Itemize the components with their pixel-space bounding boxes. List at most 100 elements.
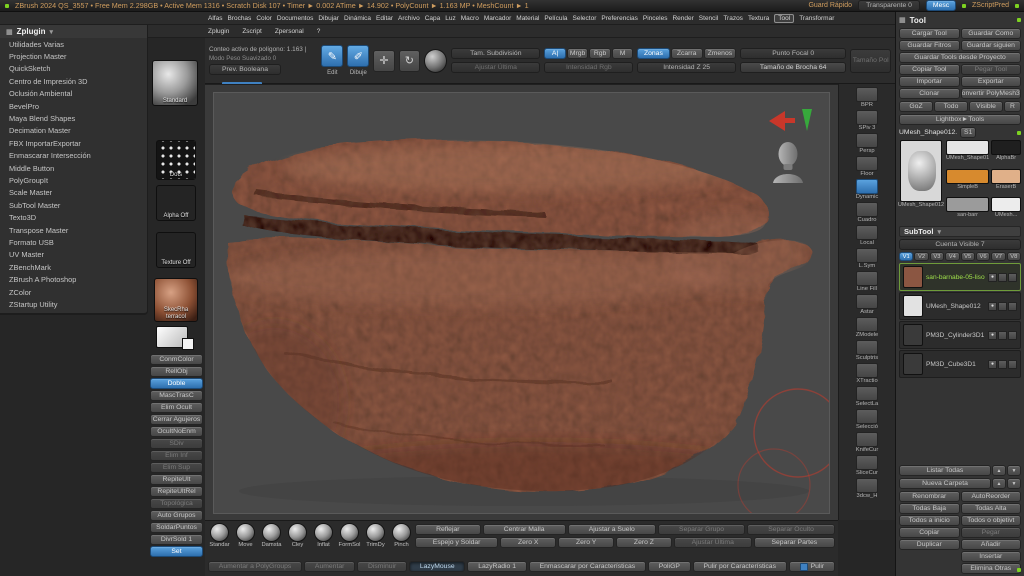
stroke-option-button[interactable]: Pulir por Características <box>693 561 787 572</box>
subtool-option-icon[interactable] <box>998 331 1007 340</box>
subtool-action-button[interactable]: Copiar <box>899 527 960 538</box>
shelf-toggle[interactable]: BPR <box>845 87 889 109</box>
menu-item[interactable]: Macro <box>461 15 479 22</box>
menu-item[interactable]: Dibujar <box>318 15 339 22</box>
tool-thumbnail[interactable]: EraserB <box>991 169 1021 196</box>
subtool-action-button[interactable]: Todos a inicio <box>899 515 960 526</box>
channel-button[interactable]: Mrgb <box>567 48 589 59</box>
zplugin-menu-item[interactable]: ZBenchMark <box>0 261 147 273</box>
visibility-tab[interactable]: V4 <box>945 252 959 261</box>
shelf-toggle[interactable]: Local <box>845 225 889 247</box>
subtool-action-button[interactable]: Todas Alta <box>961 503 1022 514</box>
zplugin-menu-item[interactable]: QuickSketch <box>0 63 147 75</box>
shelf-toggle[interactable]: Astar <box>845 294 889 316</box>
subtool-option-icon[interactable] <box>1008 360 1017 369</box>
deform-button[interactable]: Reflejar <box>415 524 481 535</box>
z-mode-button[interactable]: Zcarra <box>671 48 703 59</box>
menu-item[interactable]: Transformar <box>799 15 834 22</box>
shelf-toggle[interactable]: KnifeCur <box>845 432 889 454</box>
visibility-tab[interactable]: V3 <box>930 252 944 261</box>
current-brush-thumbnail[interactable]: Standard <box>152 60 198 106</box>
visibility-tab[interactable]: V6 <box>976 252 990 261</box>
boolean-preview-button[interactable]: Prev. Booleana <box>209 64 281 75</box>
goz-button[interactable]: GoZ <box>899 101 933 112</box>
zplugin-menu-item[interactable]: FBX ImportarExportar <box>0 137 147 149</box>
zplugin-menu-item[interactable]: ZBrush A Photoshop <box>0 273 147 285</box>
subtool-option-icon[interactable] <box>1008 273 1017 282</box>
move-up-button[interactable]: ▲ <box>992 465 1006 476</box>
shelf-button[interactable]: Cerrar Agujeros <box>150 414 203 425</box>
tool-thumbnail[interactable]: san-barr <box>946 197 989 224</box>
shelf-button[interactable]: SoldarPuntos <box>150 522 203 533</box>
masc-button[interactable]: Mesc <box>926 0 956 11</box>
goz-button[interactable]: Visible <box>969 101 1003 112</box>
shelf-button[interactable]: Set <box>150 546 203 557</box>
tool-action-button[interactable]: Exportar <box>961 76 1022 87</box>
shelf-button[interactable]: MascTrasC <box>150 390 203 401</box>
new-folder-button[interactable]: Nueva Carpeta <box>899 478 991 489</box>
list-all-button[interactable]: Listar Todas <box>899 465 991 476</box>
subtool-action-button[interactable]: Insertar <box>961 551 1022 562</box>
move-down-button[interactable]: ▼ <box>1007 478 1021 489</box>
subtool-option-icon[interactable] <box>998 273 1007 282</box>
viewport[interactable] <box>205 84 838 520</box>
z-intensity-slider[interactable]: Intensidad Z 25 <box>637 62 736 73</box>
camera-head-widget[interactable] <box>771 141 805 183</box>
secondary-color-swatch[interactable] <box>182 338 194 350</box>
zplugin-menu-item[interactable]: BevelPro <box>0 100 147 112</box>
menu-item[interactable]: Dinámica <box>344 15 371 22</box>
deform-button[interactable]: Separar Grupo <box>658 524 745 535</box>
tool-action-button[interactable]: Copiar Tool <box>899 64 960 75</box>
shelf-button[interactable]: RepiteUlt <box>150 474 203 485</box>
zplugin-menu-item[interactable]: PolyGroupIt <box>0 174 147 186</box>
tool-action-button[interactable]: Cargar Tool <box>899 28 960 39</box>
quick-brush[interactable]: Move <box>233 523 258 549</box>
move-up-button[interactable]: ▲ <box>992 478 1006 489</box>
visibility-eye-icon[interactable]: ● <box>988 331 997 340</box>
zplugin-panel-header[interactable]: ▦ Zplugin ▾ <box>0 25 147 38</box>
brush-size-slider[interactable]: Tamaño de Brocha 64 <box>740 62 846 73</box>
deform-button[interactable]: Centrar Malla <box>483 524 566 535</box>
material-preview-sphere[interactable] <box>424 49 447 73</box>
deform-button[interactable]: Separar Partes <box>754 537 835 548</box>
rotate-mode-button[interactable]: ↻ <box>399 50 420 72</box>
subtool-option-icon[interactable] <box>998 302 1007 311</box>
visibility-tab[interactable]: V7 <box>991 252 1005 261</box>
stroke-option-button[interactable]: Aumentar <box>304 561 355 572</box>
channel-button[interactable]: A| <box>544 48 566 59</box>
shelf-toggle[interactable]: Floor <box>845 156 889 178</box>
visible-count-slider[interactable]: Cuenta Visible 7 <box>899 239 1021 250</box>
deform-button[interactable]: Ajustar Última <box>674 537 752 548</box>
stroke-option-button[interactable]: Aumentar a PolyGroups <box>208 561 302 572</box>
shelf-button[interactable]: Topológica <box>150 498 203 509</box>
menu-item[interactable]: Luz <box>445 15 455 22</box>
texture-thumbnail[interactable]: Texture Off <box>156 232 196 268</box>
tool-thumbnail[interactable]: UMesh_Shape01 <box>946 140 989 167</box>
submenu-item[interactable]: Zplugin <box>208 28 229 35</box>
visibility-tab[interactable]: V1 <box>899 252 913 261</box>
menu-item[interactable]: Render <box>672 15 693 22</box>
shelf-button[interactable]: Elim Sup <box>150 462 203 473</box>
menu-item[interactable]: Selector <box>573 15 597 22</box>
deform-button[interactable]: Espejo y Soldar <box>415 537 498 548</box>
zplugin-menu-item[interactable]: Transpose Master <box>0 224 147 236</box>
shelf-toggle[interactable]: Selecció <box>845 409 889 431</box>
stroke-option-button[interactable]: Pulir <box>789 561 835 572</box>
subdiv-size-slider[interactable]: Tam. Subdivisión <box>451 48 540 59</box>
edit-mode-button[interactable]: ✎ <box>321 45 343 67</box>
menu-item[interactable]: Color <box>256 15 272 22</box>
subtool-item[interactable]: UMesh_Shape012 ● <box>899 292 1021 320</box>
adjust-last-slider[interactable]: Ajustar Última <box>451 62 540 73</box>
menu-item[interactable]: Material <box>516 15 539 22</box>
zplugin-menu-item[interactable]: Formato USB <box>0 236 147 248</box>
quick-brush[interactable]: FormSol <box>337 523 362 549</box>
shelf-button[interactable]: RellObj <box>150 366 203 377</box>
goz-button[interactable]: R <box>1004 101 1021 112</box>
tool-action-button[interactable]: Guardar Fitros <box>899 40 960 51</box>
subtool-item[interactable]: san-barnabe-05-liso ● <box>899 263 1021 291</box>
focal-shift-slider[interactable]: Punto Focal 0 <box>740 48 846 59</box>
zplugin-menu-item[interactable]: ZColor <box>0 286 147 298</box>
zplugin-menu-item[interactable]: Projection Master <box>0 50 147 62</box>
shelf-toggle[interactable]: SelectLa <box>845 386 889 408</box>
tool-action-button[interactable]: Importar <box>899 76 960 87</box>
